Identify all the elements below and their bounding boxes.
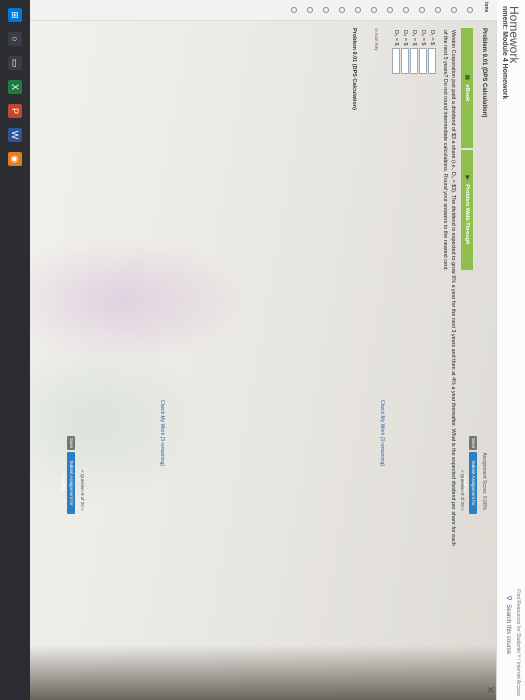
video-icon: ▶ <box>464 175 470 180</box>
top-bar: Homework nment: Module 4 Homework ⚲ Sear… <box>496 0 525 700</box>
submit-button-top[interactable]: Submit Assignment for Grading <box>463 452 477 514</box>
question-radio[interactable] <box>291 7 297 13</box>
answer-list: D₁ = $ D₂ = $ D₃ = $ D₄ = $ D₅ = $ <box>392 30 437 74</box>
browser-icon[interactable]: ◉ <box>8 152 22 166</box>
question-radio[interactable] <box>355 7 361 13</box>
question-radio[interactable] <box>307 7 313 13</box>
answer-input[interactable] <box>428 48 437 74</box>
answer-row: D₄ = $ <box>401 30 410 74</box>
question-text: Weston Corporation just paid a dividend … <box>442 30 456 546</box>
assignment-score: Assignment Score: 0.00% <box>481 452 487 510</box>
question-nav-bottom[interactable]: « Question 8 of 20 » <box>80 470 85 511</box>
word-icon[interactable]: W <box>8 128 22 142</box>
question-radio[interactable] <box>371 7 377 13</box>
check-my-work-bottom[interactable]: Check My Work (3 remaining) <box>159 400 165 466</box>
taskview-icon[interactable]: ▭ <box>8 56 22 70</box>
problem-title: Problem 9.01 (DPS Calculation) <box>481 28 487 118</box>
taskbar: ⊞ ○ ▭ X P W ◉ <box>0 0 30 700</box>
app-title: Homework <box>507 6 521 64</box>
powerpoint-icon[interactable]: P <box>8 104 22 118</box>
answer-row: D₂ = $ <box>419 30 428 74</box>
tab-walkthrough-label: Problem Walk-Through <box>464 184 470 245</box>
save-button-top[interactable]: Save <box>469 436 477 450</box>
tab-ebook-label: eBook <box>464 84 470 102</box>
search-taskbar-icon[interactable]: ○ <box>8 32 22 46</box>
answer-input[interactable] <box>410 48 419 74</box>
close-icon[interactable]: ✕ <box>484 686 495 694</box>
excel-icon[interactable]: X <box>8 80 22 94</box>
answer-label: D₁ = $ <box>429 30 436 46</box>
rotated-screen: Homework nment: Module 4 Homework ⚲ Sear… <box>0 0 525 700</box>
book-icon: ▤ <box>464 74 470 80</box>
submit-button-bottom[interactable]: Submit Assignment for Grading <box>61 452 75 514</box>
search-icon: ⚲ <box>505 595 512 601</box>
save-button-bottom[interactable]: Save <box>67 436 75 450</box>
answer-label: D₂ = $ <box>420 30 427 46</box>
question-list: ions <box>30 0 497 21</box>
answer-row: D₁ = $ <box>428 30 437 74</box>
question-radio[interactable] <box>339 7 345 13</box>
check-my-work-top[interactable]: Check My Work (3 remaining) <box>379 400 385 466</box>
question-radio[interactable] <box>419 7 425 13</box>
footer-problem-title: Problem 9.01 (DPS Calculation) <box>351 28 357 110</box>
icon-key[interactable]: ⊙ Icon Key <box>373 28 379 51</box>
course-title: nment: Module 4 Homework <box>501 6 508 100</box>
tab-ebook[interactable]: ▤ eBook <box>461 28 473 148</box>
question-list-label: ions <box>483 2 489 13</box>
answer-input[interactable] <box>419 48 428 74</box>
search-label: Search this course <box>505 604 511 654</box>
question-radio[interactable] <box>323 7 329 13</box>
answer-row: D₅ = $ <box>392 30 401 74</box>
tab-walkthrough[interactable]: ▶ Problem Walk-Through <box>461 150 473 270</box>
question-radio[interactable] <box>467 7 473 13</box>
icon-key-label: Icon Key <box>374 33 379 51</box>
answer-label: D₅ = $ <box>393 30 400 46</box>
start-icon[interactable]: ⊞ <box>8 8 22 22</box>
answer-label: D₃ = $ <box>411 30 418 46</box>
search-link[interactable]: ⚲ Search this course <box>505 595 513 654</box>
question-radio[interactable] <box>451 7 457 13</box>
question-radio[interactable] <box>387 7 393 13</box>
resources-link[interactable]: Find Resources for Students™ / Internet … <box>515 589 521 696</box>
question-radio[interactable] <box>403 7 409 13</box>
question-nav-top[interactable]: « Question 8 of 20 » <box>460 470 465 511</box>
answer-label: D₄ = $ <box>402 30 409 46</box>
key-icon: ⊙ <box>374 28 379 32</box>
question-radio[interactable] <box>435 7 441 13</box>
answer-row: D₃ = $ <box>410 30 419 74</box>
answer-input[interactable] <box>401 48 410 74</box>
answer-input[interactable] <box>392 48 401 74</box>
